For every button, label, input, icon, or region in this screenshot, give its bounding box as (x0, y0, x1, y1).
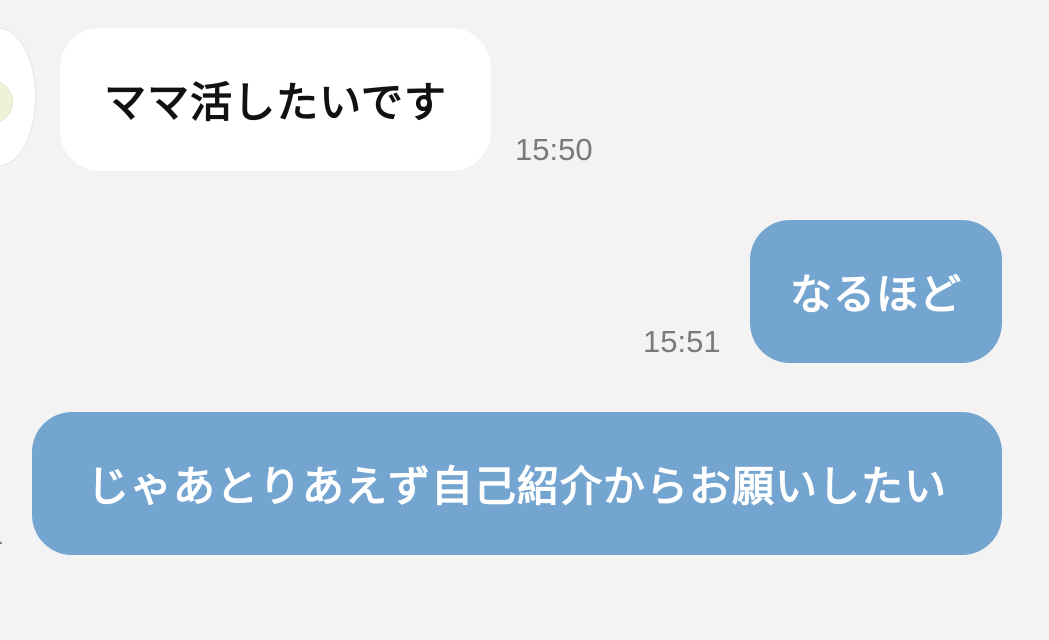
message-timestamp: 15:51 (643, 324, 721, 359)
outgoing-message-bubble[interactable]: じゃあとりあえず自己紹介からお願いしたい (32, 412, 1002, 555)
message-timestamp: 15:50 (515, 132, 593, 167)
message-text: なるほど (789, 270, 962, 319)
message-text: じゃあとりあえず自己紹介からお願いしたい (86, 462, 947, 511)
outgoing-message-bubble[interactable]: なるほど (750, 220, 1002, 363)
avatar-image (0, 79, 13, 125)
message-text: ママ活したいです (104, 78, 447, 127)
message-timestamp: 1 (0, 516, 3, 552)
contact-avatar[interactable] (0, 28, 36, 166)
incoming-message-bubble[interactable]: ママ活したいです (60, 28, 491, 171)
